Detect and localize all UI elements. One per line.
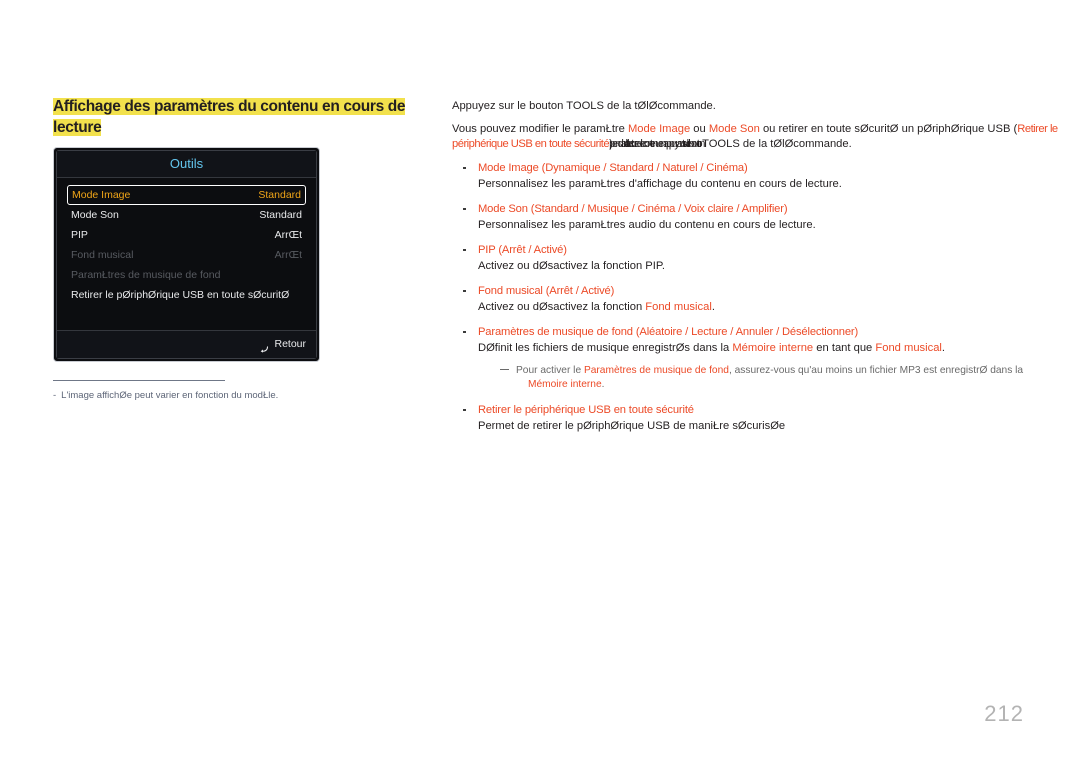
bullet-description: Permet de retirer le pØriphØrique USB de…: [478, 420, 786, 432]
bullet-mode-son: Mode Son (Standard / Musique / Cinéma / …: [452, 202, 1074, 234]
footnote-divider: [53, 380, 225, 381]
osd-row-label: Fond musical: [71, 249, 134, 261]
note-post: .: [601, 379, 605, 390]
bullet-dot-icon: [463, 248, 466, 251]
tv-osd-panel: Outils Mode Image Standard Mode Son Stan…: [53, 147, 320, 362]
bullet-heading: Mode Son (Standard / Musique / Cinéma / …: [478, 202, 1074, 218]
bullet-name: Mode Son: [478, 202, 528, 215]
bullet-fond-musical: Fond musical (Arrêt / Activé) Activez ou…: [452, 284, 1074, 316]
osd-row-parametres-musique-de-fond: ParamŁtres de musique de fond: [67, 265, 306, 285]
bullet-body-term: Fond musical: [645, 301, 712, 313]
osd-row-mode-image[interactable]: Mode Image Standard: [67, 185, 306, 205]
note-term-memoire: Mémoire interne: [528, 379, 602, 390]
bullet-name: Retirer le périphérique USB en toute séc…: [478, 403, 694, 416]
osd-row-pip[interactable]: PIP ArrŒt: [67, 225, 306, 245]
bullet-body-mid: en tant que: [813, 342, 876, 354]
note-continuation: Mémoire interne.: [516, 378, 1074, 393]
intro-paragraph-1: Appuyez sur le bouton TOOLS de la tØlØco…: [452, 100, 716, 112]
bullet-options: (Dynamique / Standard / Naturel / Cinéma…: [538, 161, 748, 174]
osd-row-label: Mode Image: [72, 189, 131, 201]
osd-footer: Retour: [57, 330, 316, 358]
osd-title: Outils: [57, 151, 316, 178]
intro-p2-mode-image: Mode Image: [627, 122, 691, 135]
page-title-line-1: Affichage des paramètres du contenu en c…: [53, 98, 406, 115]
note-dash-icon: [500, 368, 509, 370]
bullet-heading: Mode Image (Dynamique / Standard / Natur…: [478, 161, 1074, 177]
intro-p2-mode-son: Mode Son: [708, 122, 760, 135]
bullet-options: (Standard / Musique / Cinéma / Voix clai…: [527, 202, 788, 215]
osd-return-label: Retour: [274, 338, 306, 350]
osd-row-value: ArrŒt: [274, 249, 302, 261]
footnote-dash: -: [53, 390, 57, 401]
intro-paragraph-2: Vous pouvez modifier le paramŁtre Mode I…: [452, 122, 1074, 153]
note-parametres-musique: Pour activer le Paramètres de musique de…: [478, 364, 1074, 393]
bullet-description: Personnalisez les paramŁtres d'affichage…: [478, 178, 842, 190]
return-arrow-icon: [259, 339, 270, 353]
bullet-retirer-usb: Retirer le périphérique USB en toute séc…: [452, 403, 1074, 435]
options-bullet-list: Mode Image (Dynamique / Standard / Natur…: [452, 161, 1074, 435]
bullet-body-term-fond: Fond musical: [875, 342, 942, 354]
note-term-parametres: Paramètres de musique de fond: [583, 364, 729, 376]
osd-row-mode-son[interactable]: Mode Son Standard: [67, 205, 306, 225]
bullet-dot-icon: [463, 166, 466, 169]
osd-row-value: ArrŒt: [274, 229, 302, 241]
bullet-dot-icon: [463, 207, 466, 210]
osd-inner-frame: Outils Mode Image Standard Mode Son Stan…: [56, 150, 317, 359]
left-column: Affichage des paramètres du contenu en c…: [53, 96, 423, 138]
osd-row-value: Standard: [258, 189, 301, 201]
osd-row-label: Retirer le pØriphØrique USB en toute sØc…: [71, 289, 290, 301]
bullet-heading: Retirer le périphérique USB en toute séc…: [478, 403, 1074, 419]
bullet-name: Mode Image: [478, 161, 539, 174]
bullet-heading: Paramètres de musique de fond (Aléatoire…: [478, 325, 1074, 341]
bullet-description: Personnalisez les paramŁtres audio du co…: [478, 219, 816, 231]
page-title-line-2: lecture: [53, 119, 102, 136]
bullet-description: DØfinit les fichiers de musique enregist…: [478, 341, 1074, 357]
bullet-mode-image: Mode Image (Dynamique / Standard / Natur…: [452, 161, 1074, 193]
footnote-block: - L'image affichØe peut varier en foncti…: [53, 380, 393, 402]
osd-row-label: PIP: [71, 229, 88, 241]
bullet-options: (Arrêt / Activé): [495, 243, 567, 256]
intro-p2-part-g: ) pendant la lecture de contenu en appuy…: [609, 138, 705, 150]
intro-p2-part-e: ou retirer en toute sØcuritØ un pØriphØr…: [759, 122, 1018, 135]
osd-row-retirer-usb[interactable]: Retirer le pØriphØrique USB en toute sØc…: [67, 285, 306, 305]
osd-row-value: Standard: [259, 209, 302, 221]
intro-p2-part-i: de la tØlØcommande.: [739, 138, 852, 150]
note-pre: Pour activer le: [516, 364, 584, 376]
bullet-name: Fond musical: [478, 284, 543, 297]
bullet-description: Activez ou dØsactivez la fonction PIP.: [478, 260, 665, 272]
right-column: Appuyez sur le bouton TOOLS de la tØlØco…: [452, 99, 1074, 444]
bullet-dot-icon: [463, 408, 466, 411]
bullet-body-post: .: [941, 342, 946, 354]
bullet-dot-icon: [463, 330, 466, 333]
osd-row-label: ParamŁtres de musique de fond: [71, 269, 221, 281]
page-number: 212: [984, 701, 1024, 726]
note-mid: , assurez-vous qu'au moins un fichier MP…: [728, 364, 1024, 376]
bullet-body-term-memoire: Mémoire interne: [732, 342, 814, 354]
bullet-pip: PIP (Arrêt / Activé) Activez ou dØsactiv…: [452, 243, 1074, 275]
bullet-parametres-musique-de-fond: Paramètres de musique de fond (Aléatoire…: [452, 325, 1074, 393]
bullet-options: (Aléatoire / Lecture / Annuler / Désélec…: [632, 325, 859, 338]
osd-menu-list: Mode Image Standard Mode Son Standard PI…: [57, 178, 316, 330]
osd-row-fond-musical: Fond musical ArrŒt: [67, 245, 306, 265]
bullet-options: (Arrêt / Activé): [542, 284, 615, 297]
bullet-name: PIP: [478, 243, 496, 256]
bullet-description: Activez ou dØsactivez la fonction Fond m…: [478, 300, 1074, 316]
footnote-item: - L'image affichØe peut varier en foncti…: [53, 389, 393, 402]
bullet-body-pre: Activez ou dØsactivez la fonction: [478, 301, 646, 313]
bullet-heading: PIP (Arrêt / Activé): [478, 243, 1074, 259]
footnote-text: L'image affichØe peut varier en fonction…: [61, 390, 279, 401]
bullet-body-post: .: [711, 301, 715, 313]
osd-return-button[interactable]: Retour: [259, 331, 306, 358]
bullet-dot-icon: [463, 289, 466, 292]
bullet-name: Paramètres de musique de fond: [478, 325, 633, 338]
page-title: Affichage des paramètres du contenu en c…: [53, 96, 419, 138]
osd-row-label: Mode Son: [71, 209, 119, 221]
intro-p2-part-c: ou: [690, 122, 709, 135]
intro-p2-tools: TOOLS: [702, 138, 740, 150]
bullet-heading: Fond musical (Arrêt / Activé): [478, 284, 1074, 300]
intro-p2-part-a: Vous pouvez modifier le paramŁtre: [452, 122, 628, 135]
bullet-body-pre: DØfinit les fichiers de musique enregist…: [478, 342, 733, 354]
